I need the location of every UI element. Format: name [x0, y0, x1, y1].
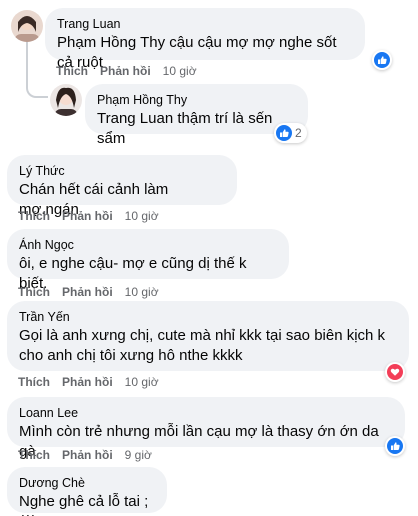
thread-connector: [26, 74, 48, 98]
timestamp[interactable]: 10 giờ: [125, 285, 159, 299]
comment-bubble: Phạm Hồng Thy Trang Luan thậm trí là sến…: [85, 84, 308, 147]
like-icon: [387, 438, 403, 454]
comment-text: Nghe ghê cả lỗ tai ;(((: [19, 493, 149, 516]
comment-author[interactable]: Trần Yến: [19, 309, 397, 326]
reaction-summary[interactable]: [372, 50, 392, 70]
timestamp[interactable]: 10 giờ: [125, 375, 159, 389]
comment-bubble: Dương Chè Nghe ghê cả lỗ tai ;(((: [7, 467, 167, 516]
reply-button[interactable]: Phản hồi: [100, 64, 151, 78]
like-button[interactable]: Thích: [18, 209, 50, 223]
like-button[interactable]: Thích: [56, 64, 88, 78]
comment-actions: Thích Phản hồi 9 giờ: [18, 447, 152, 463]
comment-author[interactable]: Dương Chè: [19, 475, 155, 492]
reaction-count: 2: [295, 126, 302, 140]
comment-actions: Thích Phản hồi 10 giờ: [56, 63, 197, 79]
comment-bubble: Trần Yến Gọi là anh xưng chị, cute mà nh…: [7, 301, 409, 371]
comment-bubble: Trang Luan Phạm Hồng Thy cậu cậu mợ mợ n…: [45, 8, 365, 71]
mention-tag[interactable]: Trang Luan: [97, 110, 173, 127]
comment-author[interactable]: Trang Luan: [57, 16, 353, 33]
avatar[interactable]: [11, 10, 43, 42]
reaction-summary[interactable]: [385, 362, 405, 382]
comment-author[interactable]: Lý Thức: [19, 163, 225, 180]
reply-button[interactable]: Phản hồi: [62, 448, 113, 462]
timestamp[interactable]: 10 giờ: [163, 64, 197, 78]
comment-actions: Thích Phản hồi 10 giờ: [18, 284, 159, 300]
comment-text: Gọi là anh xưng chị, cute mà nhỉ kkk tại…: [19, 327, 386, 364]
reply-button[interactable]: Phản hồi: [62, 285, 113, 299]
like-button[interactable]: Thích: [18, 448, 50, 462]
like-icon: [276, 125, 292, 141]
reaction-summary[interactable]: 2: [274, 123, 307, 143]
timestamp[interactable]: 9 giờ: [125, 448, 152, 462]
reply-button[interactable]: Phản hồi: [62, 209, 113, 223]
comment-author[interactable]: Loann Lee: [19, 405, 393, 422]
like-button[interactable]: Thích: [18, 285, 50, 299]
comment-text: Trang Luan thậm trí là sến sẩm: [97, 109, 296, 149]
comment-bubble: Lý Thức Chán hết cái cảnh làm mợ.ngán: [7, 155, 237, 218]
comment-author[interactable]: Phạm Hồng Thy: [97, 92, 296, 109]
comment-actions: Thích Phản hồi 10 giờ: [18, 208, 159, 224]
comment-actions: Thích Phản hồi 10 giờ: [18, 374, 159, 390]
reaction-summary[interactable]: [385, 436, 405, 456]
mention-tag[interactable]: Phạm Hồng Thy: [57, 34, 165, 51]
love-icon: [387, 364, 403, 380]
avatar[interactable]: [50, 84, 82, 116]
comment-bubble: Ánh Ngọc ôi, e nghe cậu- mợ e cũng dị th…: [7, 229, 289, 292]
thread-line: [26, 42, 28, 74]
timestamp[interactable]: 10 giờ: [125, 209, 159, 223]
like-icon: [374, 52, 390, 68]
comment-author[interactable]: Ánh Ngọc: [19, 237, 277, 254]
like-button[interactable]: Thích: [18, 375, 50, 389]
comment-bubble: Loann Lee Mình còn trẻ nhưng mỗi lần cạu…: [7, 397, 405, 460]
reply-button[interactable]: Phản hồi: [62, 375, 113, 389]
